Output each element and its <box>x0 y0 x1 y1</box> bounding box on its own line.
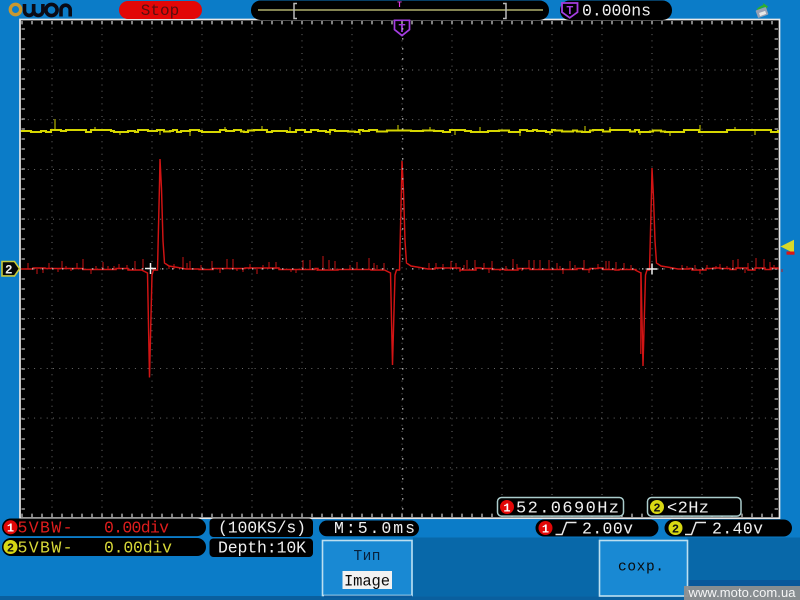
svg-text:сохр.: сохр. <box>618 560 664 576</box>
svg-text:(100KS/s): (100KS/s) <box>218 519 306 538</box>
svg-text:2: 2 <box>672 522 679 536</box>
svg-text:Image: Image <box>344 572 390 590</box>
svg-text:2.40v: 2.40v <box>712 519 763 538</box>
svg-text:www.moto.com.ua: www.moto.com.ua <box>688 585 797 600</box>
svg-text:0.000ns: 0.000ns <box>582 2 651 21</box>
svg-text:2.00v: 2.00v <box>582 519 633 538</box>
svg-text:T: T <box>397 1 402 10</box>
svg-text:5VBW-: 5VBW- <box>18 519 73 538</box>
svg-text:52.0690Hz: 52.0690Hz <box>516 500 619 519</box>
svg-text:1: 1 <box>542 522 549 536</box>
svg-text:M:5.0ms: M:5.0ms <box>334 519 415 538</box>
svg-text:<2Hz: <2Hz <box>667 500 709 519</box>
svg-text:2: 2 <box>7 541 14 555</box>
svg-text:2: 2 <box>5 264 13 278</box>
svg-text:Тип: Тип <box>354 549 381 565</box>
svg-text:1: 1 <box>503 501 510 515</box>
svg-text:2: 2 <box>653 501 660 515</box>
svg-text:Stop: Stop <box>141 2 179 20</box>
svg-text:5VBW-: 5VBW- <box>18 538 73 557</box>
svg-text:T: T <box>566 4 573 18</box>
svg-text:0.00div: 0.00div <box>104 519 169 538</box>
svg-text:0.00div: 0.00div <box>104 538 172 557</box>
svg-text:Depth:10K: Depth:10K <box>218 539 306 558</box>
svg-text:1: 1 <box>7 522 14 536</box>
